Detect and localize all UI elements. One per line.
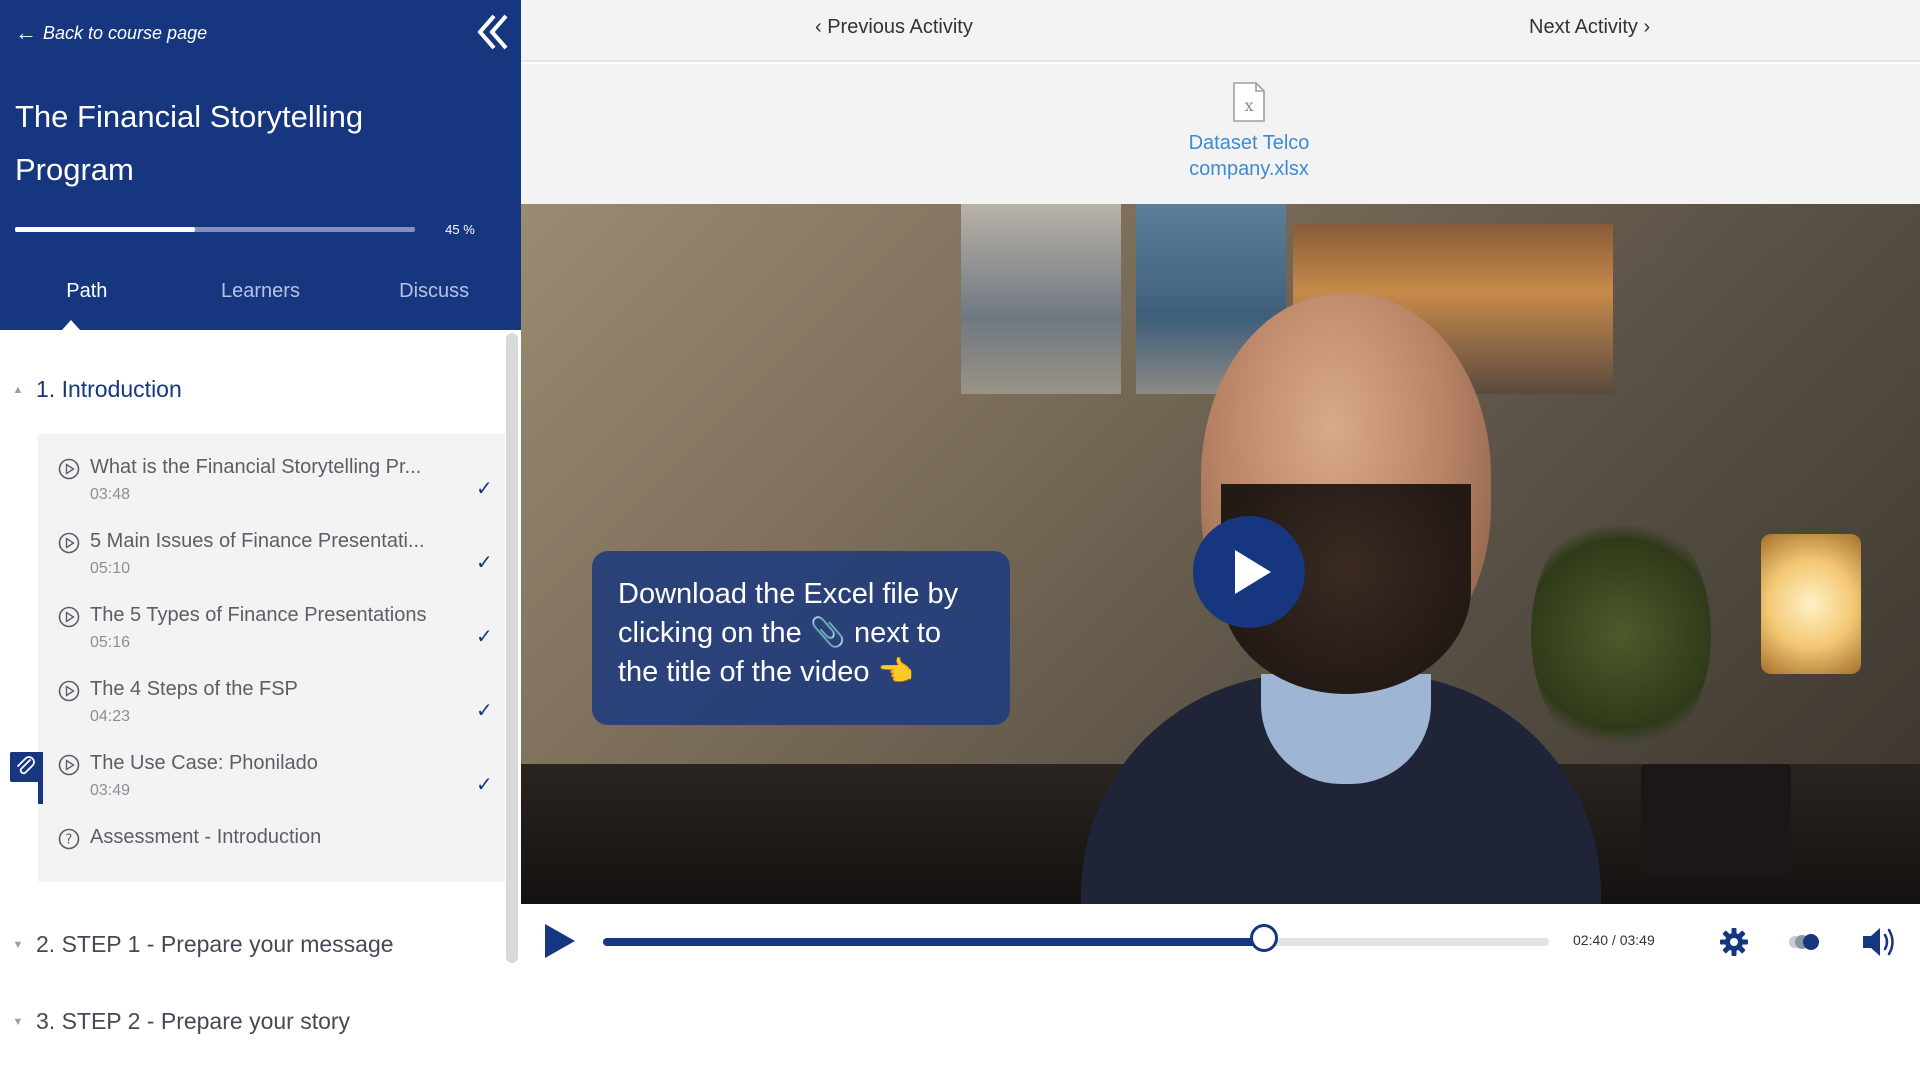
chevron-left-icon: ‹ bbox=[815, 16, 828, 38]
lesson-title: The Use Case: Phonilado bbox=[90, 752, 318, 774]
video-player[interactable]: Download the Excel file by clicking on t… bbox=[521, 204, 1920, 904]
caret-down-icon: ▼ bbox=[12, 1015, 24, 1028]
section-label: 3. STEP 2 - Prepare your story bbox=[36, 1008, 351, 1034]
previous-activity-label: Previous Activity bbox=[827, 16, 973, 38]
section-step-2[interactable]: ▼ 3. STEP 2 - Prepare your story bbox=[0, 1008, 351, 1035]
lesson-item[interactable]: The 5 Types of Finance Presentations 05:… bbox=[38, 582, 505, 652]
section-step-1[interactable]: ▼ 2. STEP 1 - Prepare your message bbox=[0, 931, 394, 958]
seek-bar[interactable] bbox=[603, 938, 1549, 946]
play-button[interactable] bbox=[545, 924, 579, 960]
play-circle-icon bbox=[58, 458, 80, 480]
lesson-duration: 03:48 bbox=[90, 486, 131, 503]
completed-check-icon: ✓ bbox=[476, 552, 493, 574]
lesson-title: Assessment - Introduction bbox=[90, 826, 322, 848]
question-circle-icon: ? bbox=[58, 828, 80, 850]
lesson-duration: 04:23 bbox=[90, 708, 131, 725]
chevron-right-icon: › bbox=[1637, 16, 1651, 38]
playback-speed-icon[interactable] bbox=[1787, 926, 1823, 958]
resource-file-link[interactable]: Dataset Telco company.xlsx bbox=[1149, 130, 1349, 182]
previous-activity-button[interactable]: ‹ Previous Activity bbox=[815, 16, 973, 39]
lesson-item[interactable]: The 4 Steps of the FSP 04:23 ✓ bbox=[38, 656, 505, 726]
tab-learners[interactable]: Learners bbox=[174, 280, 348, 316]
svg-text:x: x bbox=[1244, 96, 1253, 115]
play-icon bbox=[1235, 550, 1271, 594]
play-icon bbox=[545, 924, 575, 958]
section-label: 2. STEP 1 - Prepare your message bbox=[36, 931, 394, 957]
course-progress-bar bbox=[15, 227, 415, 232]
video-frame-background bbox=[1531, 504, 1711, 764]
lesson-list: What is the Financial Storytelling Pr...… bbox=[38, 434, 505, 882]
collapse-sidebar-icon[interactable] bbox=[474, 12, 510, 52]
caret-down-icon: ▼ bbox=[12, 938, 24, 951]
play-circle-icon bbox=[58, 680, 80, 702]
video-frame-background bbox=[1761, 534, 1861, 674]
completed-check-icon: ✓ bbox=[476, 700, 493, 722]
lesson-title: The 5 Types of Finance Presentations bbox=[90, 604, 427, 626]
back-to-course-link[interactable]: ← Back to course page bbox=[15, 22, 207, 44]
course-sidebar: ← Back to course page The Financial Stor… bbox=[0, 0, 521, 1080]
tab-discuss[interactable]: Discuss bbox=[347, 280, 521, 316]
big-play-button[interactable] bbox=[1193, 516, 1305, 628]
seek-bar-played bbox=[603, 938, 1265, 946]
time-readout: 02:40 / 03:49 bbox=[1573, 932, 1655, 948]
play-circle-icon bbox=[58, 754, 80, 776]
lesson-item-assessment[interactable]: ? Assessment - Introduction bbox=[38, 804, 505, 874]
excel-file-icon[interactable]: x bbox=[1232, 82, 1266, 122]
seek-handle[interactable] bbox=[1250, 924, 1279, 952]
paperclip-icon[interactable] bbox=[10, 752, 42, 782]
play-circle-icon bbox=[58, 606, 80, 628]
svg-text:?: ? bbox=[66, 833, 73, 848]
settings-gear-icon[interactable] bbox=[1718, 926, 1750, 958]
video-controls: 02:40 / 03:49 bbox=[521, 904, 1920, 980]
lesson-duration: 03:49 bbox=[90, 782, 131, 799]
video-frame-background bbox=[1641, 764, 1791, 874]
completed-check-icon: ✓ bbox=[476, 774, 493, 796]
lesson-item[interactable]: What is the Financial Storytelling Pr...… bbox=[38, 434, 505, 504]
video-frame-background bbox=[961, 204, 1121, 394]
next-activity-label: Next Activity bbox=[1529, 16, 1638, 38]
completed-check-icon: ✓ bbox=[476, 478, 493, 500]
course-title: The Financial Storytelling Program bbox=[15, 99, 364, 187]
lesson-duration: 05:10 bbox=[90, 560, 131, 577]
resources-panel: x Dataset Telco company.xlsx bbox=[521, 64, 1920, 204]
next-activity-button[interactable]: Next Activity › bbox=[1529, 16, 1650, 39]
back-link-label: Back to course page bbox=[43, 22, 208, 43]
completed-check-icon: ✓ bbox=[476, 626, 493, 648]
caret-up-icon: ▲ bbox=[12, 383, 24, 396]
lesson-title: What is the Financial Storytelling Pr... bbox=[90, 456, 422, 478]
video-caption-overlay: Download the Excel file by clicking on t… bbox=[592, 551, 1010, 725]
section-introduction[interactable]: ▲ 1. Introduction bbox=[0, 376, 182, 403]
sidebar-scrollbar[interactable] bbox=[506, 333, 518, 963]
main-content: ‹ Previous Activity Next Activity › x Da… bbox=[521, 0, 1920, 1080]
sidebar-header: ← Back to course page The Financial Stor… bbox=[0, 0, 521, 330]
active-tab-indicator bbox=[62, 320, 80, 330]
activity-navigation: ‹ Previous Activity Next Activity › bbox=[521, 0, 1920, 62]
arrow-left-icon: ← bbox=[15, 20, 37, 45]
play-circle-icon bbox=[58, 532, 80, 554]
lesson-item-current[interactable]: The Use Case: Phonilado 03:49 ✓ bbox=[38, 730, 505, 800]
section-label: 1. Introduction bbox=[36, 376, 182, 402]
tab-path[interactable]: Path bbox=[0, 280, 174, 316]
lesson-duration: 05:16 bbox=[90, 634, 131, 651]
course-progress-label: 45 % bbox=[445, 222, 475, 237]
volume-icon[interactable] bbox=[1861, 924, 1899, 960]
lesson-item[interactable]: 5 Main Issues of Finance Presentati... 0… bbox=[38, 508, 505, 578]
course-progress-fill bbox=[15, 227, 195, 232]
lesson-title: 5 Main Issues of Finance Presentati... bbox=[90, 530, 425, 552]
sidebar-tabs: Path Learners Discuss bbox=[0, 280, 521, 316]
lesson-title: The 4 Steps of the FSP bbox=[90, 678, 298, 700]
